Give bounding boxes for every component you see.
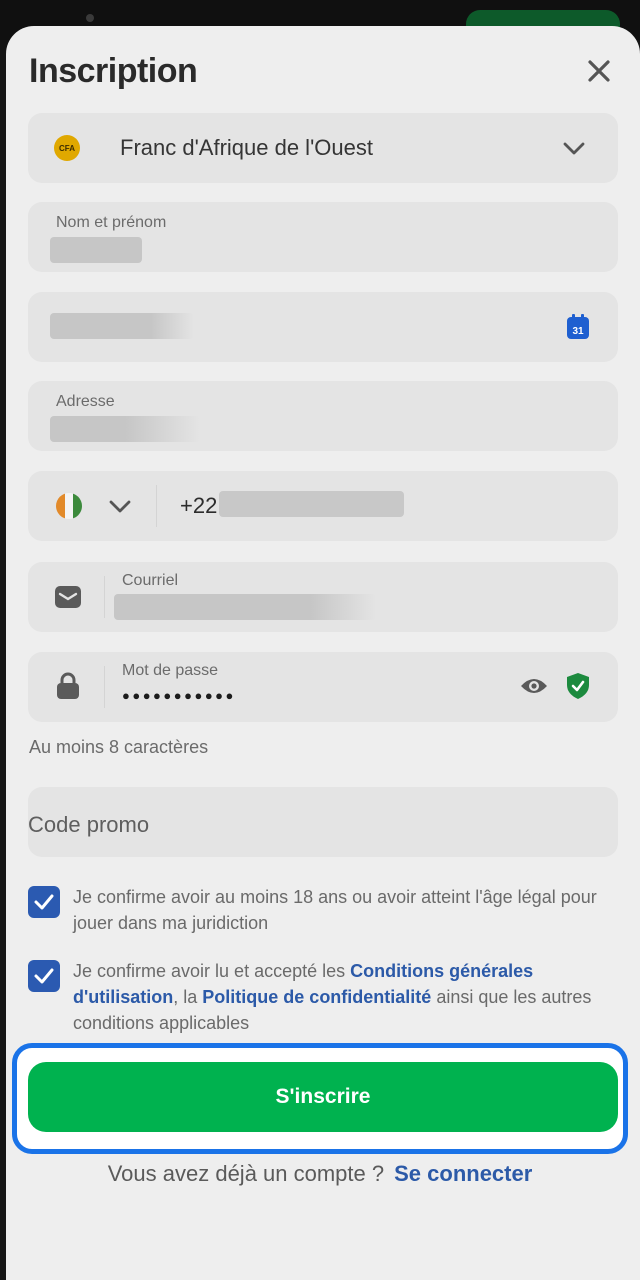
email-value-redacted [114, 594, 376, 620]
login-link[interactable]: Se connecter [394, 1161, 532, 1186]
password-hint: Au moins 8 caractères [29, 737, 209, 757]
login-prompt: Vous avez déjà un compte ? Se connecter [0, 1161, 640, 1187]
svg-text:31: 31 [572, 326, 584, 337]
close-button[interactable] [584, 56, 614, 86]
login-question: Vous avez déjà un compte ? [107, 1161, 385, 1186]
envelope-icon [55, 586, 81, 608]
country-chevron-down-icon[interactable] [108, 496, 132, 518]
address-field[interactable]: Adresse [28, 381, 618, 451]
checkmark-icon [34, 894, 54, 910]
promo-code-placeholder: Code promo [28, 812, 150, 837]
calendar-icon[interactable]: 31 [566, 314, 590, 340]
lock-icon [57, 672, 79, 699]
phone-prefix: +22 [180, 493, 218, 518]
age-confirm-text: Je confirme avoir au moins 18 ans ou avo… [73, 887, 597, 933]
terms-confirm-checkbox[interactable] [28, 960, 60, 992]
password-field[interactable]: Mot de passe ●●●●●●●●●●● [28, 652, 618, 722]
page-title: Inscription [29, 52, 198, 90]
cfa-currency-icon: CFA [54, 135, 80, 161]
eye-icon[interactable] [520, 676, 548, 696]
phone-value-redacted [219, 491, 404, 517]
currency-label: Franc d'Afrique de l'Ouest [120, 135, 373, 160]
checkmark-icon [34, 968, 54, 984]
password-value: ●●●●●●●●●●● [122, 688, 236, 703]
password-divider [104, 666, 105, 708]
age-confirm-row: Je confirme avoir au moins 18 ans ou avo… [28, 884, 608, 938]
age-confirm-checkbox[interactable] [28, 886, 60, 918]
address-label: Adresse [56, 393, 115, 410]
birthdate-value-redacted [50, 313, 194, 339]
email-label: Courriel [122, 572, 179, 589]
phone-field[interactable]: +22 [28, 471, 618, 541]
currency-select[interactable]: CFA Franc d'Afrique de l'Ouest [28, 113, 618, 183]
birthdate-field[interactable]: 31 [28, 292, 618, 362]
terms-confirm-row: Je confirme avoir lu et accepté les Cond… [28, 958, 608, 1038]
privacy-link[interactable]: Politique de confidentialité [202, 987, 431, 1007]
chevron-down-icon [563, 142, 585, 155]
fullname-value-redacted [50, 237, 142, 263]
address-value-redacted [50, 416, 200, 442]
close-icon [588, 60, 610, 82]
password-label: Mot de passe [122, 662, 219, 679]
phone-divider [156, 485, 157, 527]
shield-check-icon [567, 673, 589, 699]
fullname-field[interactable]: Nom et prénom [28, 202, 618, 272]
terms-text-mid: , la [173, 987, 203, 1007]
terms-text-pre: Je confirme avoir lu et accepté les [73, 961, 351, 981]
camera-dot [86, 14, 94, 22]
register-button[interactable]: S'inscrire [28, 1062, 618, 1132]
terms-confirm-text: Je confirme avoir lu et accepté les Cond… [73, 958, 608, 1036]
fullname-label: Nom et prénom [56, 214, 167, 231]
cote-divoire-flag-icon [56, 493, 82, 519]
email-field[interactable]: Courriel [28, 562, 618, 632]
email-divider [104, 576, 105, 618]
